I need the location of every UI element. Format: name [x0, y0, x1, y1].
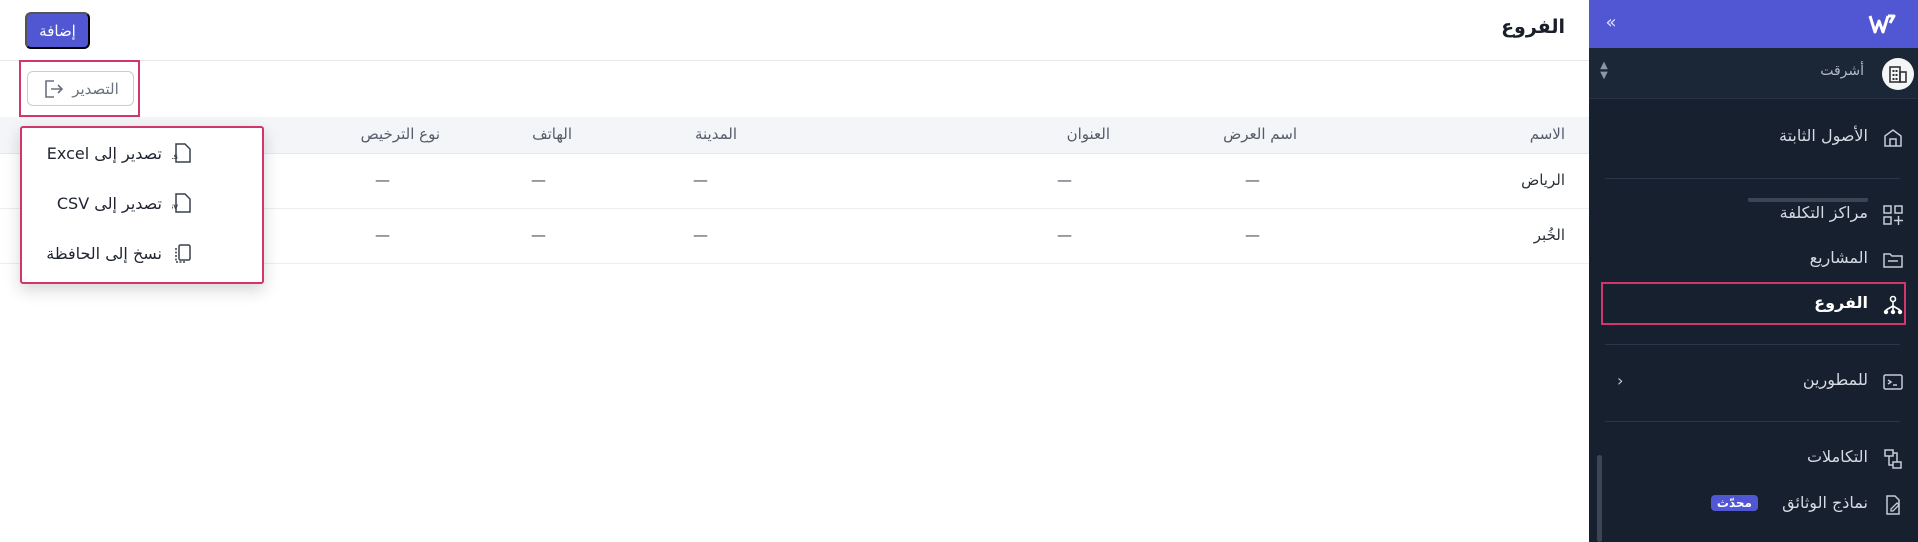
sidebar-scrollbar[interactable]: [1597, 455, 1602, 542]
export-menu: تصدير إلى Excel XLS تصدير إلى CSV CSV نس…: [20, 126, 264, 284]
xls-file-icon: XLS: [172, 143, 191, 163]
sidebar-item-fixed-assets[interactable]: الأصول الثابتة: [1589, 119, 1918, 155]
divider: [1605, 421, 1900, 422]
cell-license-type: —: [375, 171, 390, 189]
sidebar-item-label: الأصول الثابتة: [1778, 126, 1868, 145]
double-chevron-icon[interactable]: »: [1599, 12, 1623, 36]
csv-file-icon: CSV: [172, 193, 191, 213]
cell-display-name: —: [1245, 226, 1260, 244]
page-title: الفروع: [1501, 16, 1565, 38]
menu-item-copy-clipboard[interactable]: نسخ إلى الحافظة: [22, 228, 262, 278]
sidebar-item-document-templates[interactable]: نماذج الوثائق محدّث: [1589, 486, 1918, 522]
cell-name: الرياض: [1521, 171, 1565, 189]
grid-plus-icon: [1883, 205, 1903, 225]
column-header-name[interactable]: الاسم: [1530, 125, 1565, 143]
svg-text:XLS: XLS: [172, 154, 178, 161]
add-button[interactable]: إضافة: [25, 12, 90, 49]
building-assets-icon: [1884, 129, 1902, 147]
sidebar: » أشرقت ▲ ▼ الأصول الثابتة مراكز التكلفة…: [1589, 0, 1918, 542]
column-header-city[interactable]: المدينة: [695, 125, 737, 143]
active-item-highlight: [1601, 282, 1906, 325]
org-name: أشرقت: [1820, 63, 1864, 79]
sidebar-item-developers[interactable]: للمطورين ‹: [1589, 363, 1918, 399]
clipboard-icon: [175, 244, 191, 263]
svg-text:CSV: CSV: [172, 204, 178, 211]
divider: [1605, 178, 1900, 179]
sidebar-item-label: للمطورين: [1802, 370, 1868, 389]
cell-phone: —: [531, 171, 546, 189]
sidebar-item-label: التكاملات: [1806, 447, 1868, 466]
menu-item-label: تصدير إلى CSV: [56, 193, 162, 213]
cell-license-type: —: [375, 226, 390, 244]
chevron-up-down-icon[interactable]: ▲ ▼: [1597, 61, 1611, 85]
sidebar-item-projects[interactable]: المشاريع: [1589, 241, 1918, 277]
building-icon: [1882, 58, 1914, 90]
cell-address: —: [1057, 171, 1072, 189]
divider: [1605, 344, 1900, 345]
menu-item-label: تصدير إلى Excel: [46, 143, 162, 163]
updated-badge: محدّث: [1710, 495, 1758, 511]
column-header-display-name[interactable]: اسم العرض: [1223, 125, 1297, 143]
export-label: التصدير: [72, 80, 119, 98]
main-content: الفروع إضافة التصدير الاسم اسم العرض الع…: [0, 0, 1589, 542]
sidebar-item-label: مراكز التكلفة: [1779, 203, 1868, 222]
header-divider: [0, 60, 1589, 61]
cell-phone: —: [531, 226, 546, 244]
document-edit-icon: [1886, 495, 1900, 515]
folder-icon: [1883, 253, 1903, 268]
column-header-phone[interactable]: الهاتف: [532, 125, 572, 143]
column-header-address[interactable]: العنوان: [1067, 125, 1110, 143]
cell-address: —: [1057, 226, 1072, 244]
terminal-icon: [1883, 374, 1903, 390]
menu-item-label: نسخ إلى الحافظة: [46, 243, 162, 263]
menu-item-export-csv[interactable]: تصدير إلى CSV CSV: [22, 178, 262, 228]
cell-city: —: [693, 171, 708, 189]
cell-display-name: —: [1245, 171, 1260, 189]
export-button[interactable]: التصدير: [27, 71, 134, 106]
logo-icon: [1868, 14, 1896, 34]
menu-item-export-excel[interactable]: تصدير إلى Excel XLS: [22, 128, 262, 178]
sidebar-item-label: نماذج الوثائق: [1782, 493, 1868, 512]
sidebar-item-label: المشاريع: [1809, 248, 1868, 267]
sidebar-item-cost-centers[interactable]: مراكز التكلفة: [1589, 196, 1918, 232]
export-icon: [45, 79, 64, 98]
column-header-license-type[interactable]: نوع الترخيص: [361, 125, 440, 143]
chevron-left-icon[interactable]: ‹: [1617, 371, 1623, 390]
export-highlight: التصدير: [19, 60, 140, 117]
sidebar-header: »: [1589, 0, 1918, 48]
cell-city: —: [693, 226, 708, 244]
cell-name: الخُبر: [1533, 226, 1565, 244]
org-switcher[interactable]: أشرقت ▲ ▼: [1589, 48, 1918, 99]
sidebar-item-integrations[interactable]: التكاملات: [1589, 440, 1918, 476]
integrations-icon: [1884, 449, 1902, 469]
